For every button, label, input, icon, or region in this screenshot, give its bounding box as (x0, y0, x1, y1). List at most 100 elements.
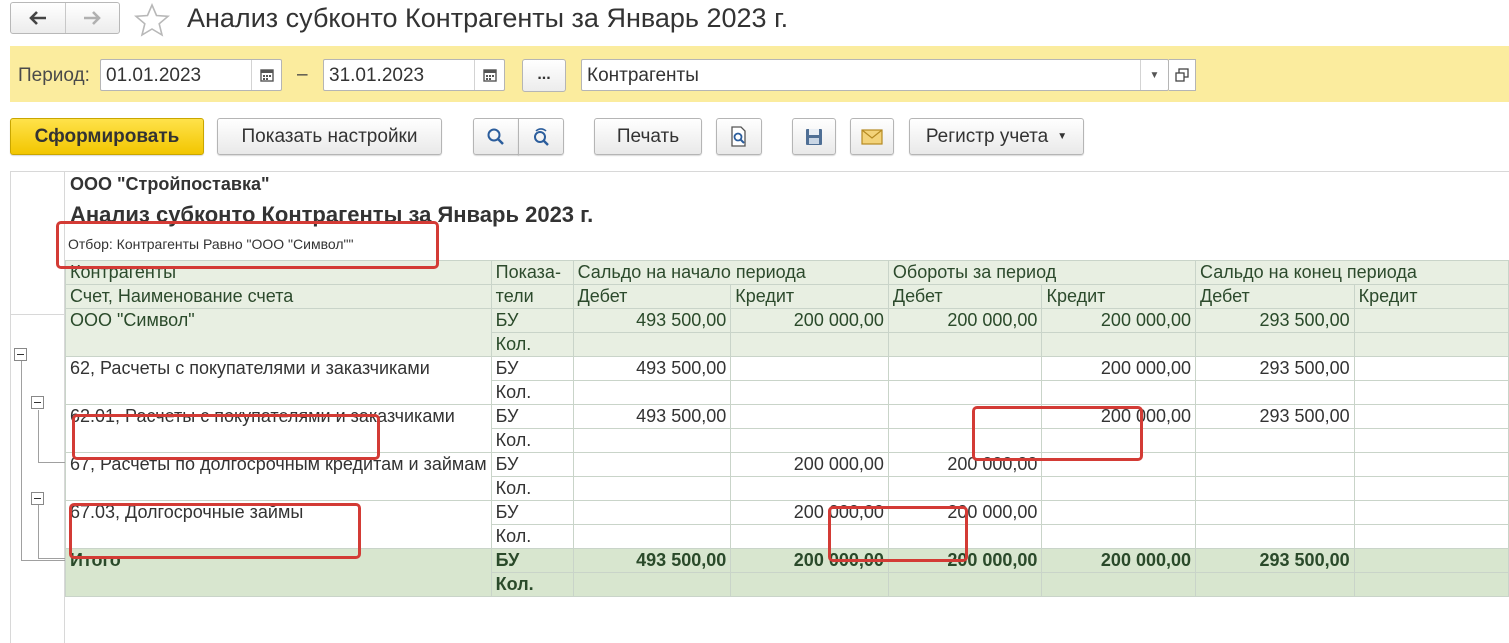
collapse-group-icon[interactable] (14, 348, 27, 361)
cell-opening-credit (730, 404, 889, 429)
register-label: Регистр учета (925, 125, 1049, 147)
cell-closing-debit (1195, 452, 1355, 477)
cell-turnover-credit: 200 000,00 (1041, 356, 1197, 381)
search-next-button[interactable] (518, 118, 564, 155)
cell-opening-credit: 200 000,00 (730, 452, 889, 477)
header-debit: Дебет (1195, 284, 1355, 309)
header-credit: Кредит (1041, 284, 1197, 309)
cell-opening-credit (730, 356, 889, 381)
annotation-box (56, 221, 439, 269)
row-indicator: Кол. (490, 428, 574, 453)
report-border-top (10, 171, 1509, 172)
show-settings-button[interactable]: Показать настройки (217, 118, 442, 155)
chevron-down-icon: ▼ (1057, 131, 1068, 142)
tree-line (38, 505, 39, 558)
cell-turnover-credit: 200 000,00 (1041, 548, 1197, 573)
annotation-box (72, 414, 380, 460)
header-account: Счет, Наименование счета (65, 284, 492, 309)
cell-opening-debit: 493 500,00 (572, 404, 732, 429)
calendar-icon[interactable] (251, 60, 281, 90)
cell-opening-debit: 493 500,00 (572, 356, 732, 381)
annotation-box (828, 506, 968, 562)
cell-turnover-debit: 200 000,00 (887, 308, 1043, 333)
subconto-value: Контрагенты (587, 65, 699, 86)
subconto-select[interactable]: Контрагенты ▼ (581, 59, 1169, 91)
row-name: ООО "Символ" (65, 308, 492, 357)
row-indicator: Кол. (490, 476, 574, 501)
table-row[interactable]: 62, Расчеты с покупателями и заказчиками… (65, 356, 1509, 405)
table-row[interactable]: ООО "Символ" БУ 493 500,00 200 000,00 20… (65, 308, 1509, 357)
cell-closing-credit (1353, 548, 1509, 573)
page-title: Анализ субконто Контрагенты за Январь 20… (187, 3, 789, 33)
print-preview-icon (731, 125, 746, 147)
favorite-button[interactable] (133, 0, 171, 45)
row-indicator: БУ (490, 356, 574, 381)
header-credit: Кредит (730, 284, 889, 309)
cell-opening-debit: 493 500,00 (572, 308, 732, 333)
tree-line (21, 560, 65, 561)
period-to-value: 31.01.2023 (329, 65, 425, 86)
cell-closing-debit: 293 500,00 (1195, 308, 1355, 333)
cell-opening-credit: 200 000,00 (730, 308, 889, 333)
annotation-box (972, 406, 1143, 461)
select-period-button[interactable]: ... (522, 59, 566, 92)
open-subconto-button[interactable] (1169, 59, 1196, 91)
cell-opening-debit (572, 452, 732, 477)
collapse-group-icon[interactable] (31, 492, 44, 505)
cell-closing-credit (1353, 308, 1509, 333)
save-button[interactable] (792, 118, 836, 155)
star-icon (133, 2, 171, 37)
cell-turnover-credit (1041, 500, 1197, 525)
chevron-down-icon[interactable]: ▼ (1140, 60, 1168, 90)
open-window-icon (1175, 68, 1189, 82)
tree-line (38, 410, 39, 462)
print-preview-button[interactable] (716, 118, 762, 155)
navigation-group (10, 2, 120, 34)
header-indicators-1: Показа- (490, 260, 574, 285)
period-label: Период: (18, 65, 90, 86)
calendar-icon[interactable] (474, 60, 504, 90)
back-button[interactable] (11, 3, 65, 33)
cell-closing-debit: 293 500,00 (1195, 356, 1355, 381)
header-turnover: Обороты за период (887, 260, 1197, 285)
print-button[interactable]: Печать (594, 118, 702, 155)
period-to-field[interactable]: 31.01.2023 (323, 59, 505, 91)
arrow-left-icon (28, 11, 46, 25)
row-indicator: БУ (490, 452, 574, 477)
generate-button[interactable]: Сформировать (10, 118, 204, 155)
tree-line (38, 462, 65, 463)
tree-line (38, 558, 65, 559)
cell-closing-credit (1353, 500, 1509, 525)
row-indicator: БУ (490, 500, 574, 525)
period-from-field[interactable]: 01.01.2023 (100, 59, 282, 91)
cell-closing-credit (1353, 356, 1509, 381)
cell-closing-credit (1353, 404, 1509, 429)
send-email-button[interactable] (850, 118, 894, 155)
row-indicator: Кол. (490, 572, 574, 597)
row-indicator: БУ (490, 548, 574, 573)
forward-button[interactable] (64, 3, 120, 33)
cell-closing-debit: 293 500,00 (1195, 548, 1355, 573)
collapse-group-icon[interactable] (31, 396, 44, 409)
row-name: 62, Расчеты с покупателями и заказчиками (65, 356, 492, 405)
envelope-icon (861, 128, 883, 145)
cell-opening-debit (572, 500, 732, 525)
search-icon (487, 128, 504, 145)
title-bar: Анализ субконто Контрагенты за Январь 20… (0, 0, 1509, 38)
organization-name: ООО "Стройпоставка" (70, 174, 270, 194)
row-indicator: БУ (490, 308, 574, 333)
search-next-icon (534, 127, 549, 146)
tree-line (21, 361, 22, 561)
header-credit: Кредит (1353, 284, 1509, 309)
header-opening-balance: Сальдо на начало периода (572, 260, 889, 285)
report-gutter-line (10, 314, 66, 315)
annotation-box (69, 503, 361, 559)
cell-closing-debit: 293 500,00 (1195, 404, 1355, 429)
header-closing-balance: Сальдо на конец периода (1195, 260, 1509, 285)
period-from-value: 01.01.2023 (106, 65, 202, 86)
floppy-disk-icon (806, 128, 822, 145)
register-dropdown-button[interactable]: Регистр учета ▼ (909, 118, 1084, 155)
cell-closing-debit (1195, 500, 1355, 525)
search-button[interactable] (473, 118, 519, 155)
cell-closing-credit (1353, 452, 1509, 477)
